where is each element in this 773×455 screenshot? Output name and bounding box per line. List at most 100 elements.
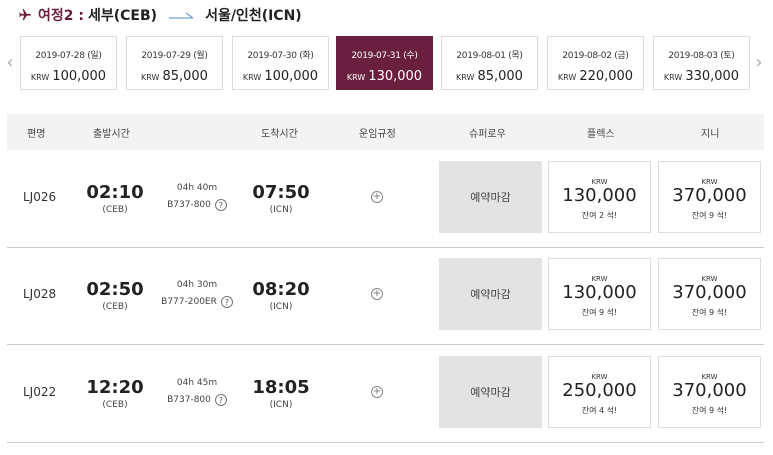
plus-icon[interactable]: + xyxy=(371,386,383,398)
arrival-time: 18:05 xyxy=(252,377,310,398)
help-icon[interactable]: ? xyxy=(214,394,227,406)
date-label: 2019-07-30 (화) xyxy=(247,51,314,61)
flight-duration: 04h 30m xyxy=(176,280,218,290)
fare-amount: 130,000 xyxy=(562,282,637,303)
arrival-airport: (ICN) xyxy=(269,400,293,410)
flex-fare-option[interactable]: KRW 130,000 잔여 9 석! xyxy=(548,258,651,330)
date-card-0[interactable]: 2019-07-28 (일) KRW 100,000 xyxy=(20,36,117,90)
flight-row: LJ028 02:50 (CEB) 04h 30m B777-200ER? 08… xyxy=(7,247,764,345)
arrival-block: 07:50 (ICN) xyxy=(251,182,311,215)
arrival-time: 08:20 xyxy=(252,279,310,300)
date-card-5[interactable]: 2019-08-02 (금) KRW 220,000 xyxy=(547,36,644,90)
plus-icon[interactable]: + xyxy=(371,288,383,300)
help-icon[interactable]: ? xyxy=(220,296,233,308)
date-label: 2019-08-02 (금) xyxy=(562,51,629,61)
date-price: 85,000 xyxy=(162,69,208,84)
jini-fare-option[interactable]: KRW 370,000 잔여 9 석! xyxy=(658,258,761,330)
fare-amount: 370,000 xyxy=(672,380,747,401)
date-card-2[interactable]: 2019-07-30 (화) KRW 100,000 xyxy=(232,36,329,90)
fare-amount: 370,000 xyxy=(672,185,747,206)
fare-amount: 370,000 xyxy=(672,282,747,303)
super-low-soldout: 예약마감 xyxy=(439,258,542,330)
duration-block: 04h 45m B737-800? xyxy=(157,378,237,406)
flight-row: LJ022 12:20 (CEB) 04h 45m B737-800? 18:0… xyxy=(7,345,764,443)
aircraft-type: B737-800 xyxy=(167,200,211,210)
date-price: 130,000 xyxy=(368,69,423,84)
departure-block: 02:10 (CEB) xyxy=(85,182,145,215)
arrival-block: 18:05 (ICN) xyxy=(251,377,311,410)
currency-label: KRW xyxy=(456,73,475,82)
super-low-soldout: 예약마감 xyxy=(439,356,542,428)
departure-block: 12:20 (CEB) xyxy=(85,377,145,410)
seats-remaining: 잔여 9 석! xyxy=(691,406,728,415)
duration-block: 04h 40m B737-800? xyxy=(157,183,237,211)
header-fare-rules: 운임규정 xyxy=(359,129,396,140)
currency-label: KRW xyxy=(557,73,577,82)
date-card-4[interactable]: 2019-08-01 (목) KRW 85,000 xyxy=(441,36,538,90)
super-low-soldout: 예약마감 xyxy=(439,161,542,233)
flight-duration: 04h 45m xyxy=(176,378,218,388)
departure-time: 02:50 xyxy=(86,279,144,300)
date-label: 2019-07-31 (수) xyxy=(351,51,418,61)
seats-remaining: 잔여 9 석! xyxy=(691,211,728,220)
date-price: 100,000 xyxy=(264,69,319,84)
aircraft-type: B737-800 xyxy=(167,395,211,405)
seats-remaining: 잔여 2 석! xyxy=(581,211,618,220)
date-price: 100,000 xyxy=(52,69,107,84)
itinerary-header: 여정2 : 세부(CEB) 서울/인천(ICN) xyxy=(18,4,302,26)
header-arrival: 도착시간 xyxy=(261,129,298,140)
flight-duration: 04h 40m xyxy=(176,183,218,193)
seats-remaining: 잔여 9 석! xyxy=(691,308,728,317)
duration-block: 04h 30m B777-200ER? xyxy=(157,280,237,308)
currency-label: KRW xyxy=(242,73,262,82)
date-card-6[interactable]: 2019-08-03 (토) KRW 330,000 xyxy=(653,36,750,90)
header-flight: 편명 xyxy=(27,129,46,140)
header-flex: 플렉스 xyxy=(587,129,615,140)
header-jini: 지니 xyxy=(701,129,720,140)
flight-table-header: 편명 출발시간 도착시간 운임규정 슈퍼로우 플렉스 지니 xyxy=(7,114,764,150)
header-departure: 출발시간 xyxy=(93,129,130,140)
departure-time: 02:10 xyxy=(86,182,144,203)
flight-row: LJ026 02:10 (CEB) 04h 40m B737-800? 07:5… xyxy=(7,150,764,248)
date-label: 2019-08-01 (목) xyxy=(456,51,523,61)
arrow-right-icon xyxy=(169,10,195,20)
date-label: 2019-07-29 (월) xyxy=(141,51,208,61)
arrival-airport: (ICN) xyxy=(269,205,293,215)
date-label: 2019-07-28 (일) xyxy=(35,51,102,61)
seats-remaining: 잔여 9 석! xyxy=(581,308,618,317)
flight-number: LJ022 xyxy=(23,385,57,399)
currency-label: KRW xyxy=(346,73,366,82)
seats-remaining: 잔여 4 석! xyxy=(581,406,618,415)
date-card-3[interactable]: 2019-07-31 (수) KRW 130,000 xyxy=(336,36,433,90)
currency-label: KRW xyxy=(663,73,683,82)
chevron-right-icon[interactable]: › xyxy=(752,50,766,74)
jini-fare-option[interactable]: KRW 370,000 잔여 9 석! xyxy=(658,356,761,428)
flight-number: LJ026 xyxy=(23,190,57,204)
plus-icon[interactable]: + xyxy=(371,191,383,203)
jini-fare-option[interactable]: KRW 370,000 잔여 9 석! xyxy=(658,161,761,233)
currency-label: KRW xyxy=(30,73,50,82)
fare-amount: 130,000 xyxy=(562,185,637,206)
departure-airport: (CEB) xyxy=(102,205,128,215)
departure-block: 02:50 (CEB) xyxy=(85,279,145,312)
chevron-left-icon[interactable]: ‹ xyxy=(3,50,17,74)
airplane-icon xyxy=(18,8,32,22)
fare-amount: 250,000 xyxy=(562,380,637,401)
leg-label: 여정2 : xyxy=(38,8,84,24)
departure-airport: (CEB) xyxy=(102,302,128,312)
flex-fare-option[interactable]: KRW 130,000 잔여 2 석! xyxy=(548,161,651,233)
flight-number: LJ028 xyxy=(23,287,57,301)
arrival-airport: (ICN) xyxy=(269,302,293,312)
date-price: 85,000 xyxy=(477,69,523,84)
date-price: 330,000 xyxy=(685,69,740,84)
arrival-block: 08:20 (ICN) xyxy=(251,279,311,312)
help-icon[interactable]: ? xyxy=(214,199,227,211)
origin-city: 세부(CEB) xyxy=(87,8,158,24)
departure-time: 12:20 xyxy=(86,377,144,398)
flex-fare-option[interactable]: KRW 250,000 잔여 4 석! xyxy=(548,356,651,428)
aircraft-type: B777-200ER xyxy=(161,297,217,307)
destination-city: 서울/인천(ICN) xyxy=(205,8,302,24)
arrival-time: 07:50 xyxy=(252,182,310,203)
departure-airport: (CEB) xyxy=(102,400,128,410)
date-card-1[interactable]: 2019-07-29 (월) KRW 85,000 xyxy=(126,36,223,90)
